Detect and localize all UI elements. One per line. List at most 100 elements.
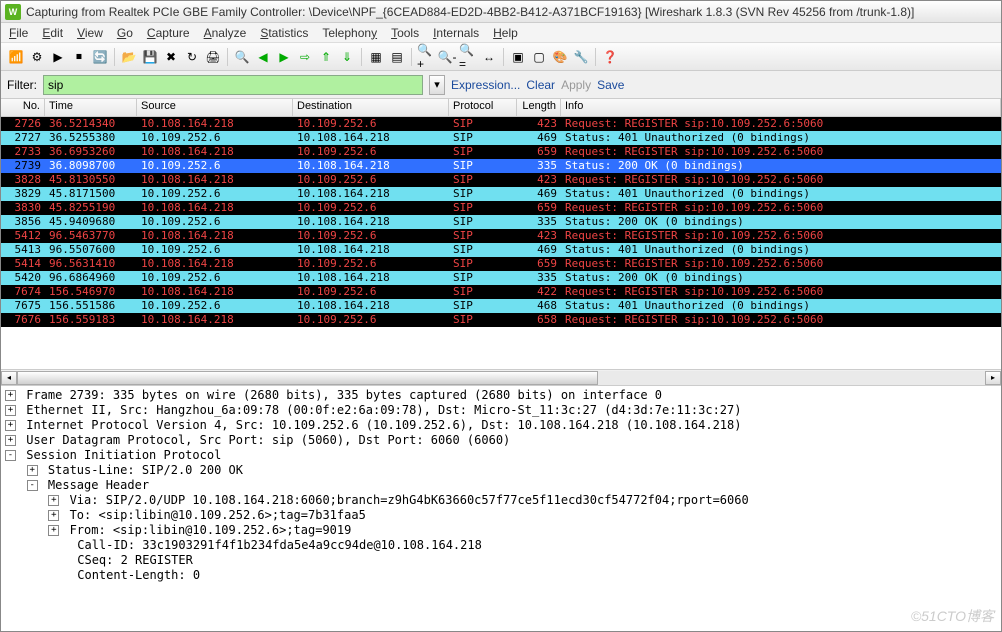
menu-statistics[interactable]: Statistics — [260, 26, 308, 40]
separator — [411, 48, 412, 66]
packet-row[interactable]: 382845.813055010.108.164.21810.109.252.6… — [1, 173, 1001, 187]
col-protocol[interactable]: Protocol — [449, 99, 517, 116]
detail-node[interactable]: + Internet Protocol Version 4, Src: 10.1… — [5, 418, 997, 433]
reload-icon[interactable]: ↻ — [183, 48, 201, 66]
packet-row[interactable]: 541496.563141010.108.164.21810.109.252.6… — [1, 257, 1001, 271]
window-title: Capturing from Realtek PCIe GBE Family C… — [26, 5, 997, 19]
prefs-icon[interactable]: 🔧 — [572, 48, 590, 66]
col-info[interactable]: Info — [561, 99, 1001, 116]
options-icon[interactable]: ⚙ — [28, 48, 46, 66]
menu-internals[interactable]: Internals — [433, 26, 479, 40]
packet-row[interactable]: 7676156.55918310.108.164.21810.109.252.6… — [1, 313, 1001, 327]
menu-view[interactable]: View — [77, 26, 103, 40]
expand-icon[interactable]: + — [5, 390, 16, 401]
clear-link[interactable]: Clear — [526, 78, 555, 92]
zoom-out-icon[interactable]: 🔍- — [438, 48, 456, 66]
help-icon[interactable]: ❓ — [601, 48, 619, 66]
expand-icon[interactable]: - — [27, 480, 38, 491]
coloring-rules-icon[interactable]: 🎨 — [551, 48, 569, 66]
toolbar: 📶 ⚙ ▶ ⏹ 🔄 📂 💾 ✖ ↻ 🖨 🔍 ◀ ▶ ⇨ ⇑ ⇓ ▦ ▤ 🔍+ 🔍… — [1, 43, 1001, 71]
print-icon[interactable]: 🖨 — [204, 48, 222, 66]
menu-tools[interactable]: Tools — [391, 26, 419, 40]
detail-node[interactable]: + Via: SIP/2.0/UDP 10.108.164.218:6060;b… — [5, 493, 997, 508]
detail-node[interactable]: Content-Length: 0 — [5, 568, 997, 583]
col-source[interactable]: Source — [137, 99, 293, 116]
detail-node[interactable]: + From: <sip:libin@10.109.252.6>;tag=901… — [5, 523, 997, 538]
detail-node[interactable]: - Message Header — [5, 478, 997, 493]
menu-go[interactable]: Go — [117, 26, 133, 40]
packet-row[interactable]: 383045.825519010.108.164.21810.109.252.6… — [1, 201, 1001, 215]
col-no[interactable]: No. — [1, 99, 45, 116]
prev-icon[interactable]: ◀ — [254, 48, 272, 66]
packet-details[interactable]: + Frame 2739: 335 bytes on wire (2680 bi… — [1, 385, 1001, 631]
packet-row[interactable]: 273936.809870010.109.252.610.108.164.218… — [1, 159, 1001, 173]
menu-help[interactable]: Help — [493, 26, 518, 40]
horizontal-scrollbar[interactable]: ◂ ▸ — [1, 369, 1001, 385]
detail-node[interactable]: + To: <sip:libin@10.109.252.6>;tag=7b31f… — [5, 508, 997, 523]
col-destination[interactable]: Destination — [293, 99, 449, 116]
goto-icon[interactable]: ⇨ — [296, 48, 314, 66]
resize-cols-icon[interactable]: ↔ — [480, 48, 498, 66]
expand-icon[interactable]: + — [48, 510, 59, 521]
close-icon[interactable]: ✖ — [162, 48, 180, 66]
menu-file[interactable]: File — [9, 26, 28, 40]
menu-telephony[interactable]: Telephony — [322, 26, 377, 40]
detail-node[interactable]: - Session Initiation Protocol — [5, 448, 997, 463]
autoscroll-icon[interactable]: ▤ — [388, 48, 406, 66]
expand-icon[interactable]: + — [5, 435, 16, 446]
packet-row[interactable]: 385645.940968010.109.252.610.108.164.218… — [1, 215, 1001, 229]
expand-icon[interactable]: + — [5, 420, 16, 431]
col-length[interactable]: Length — [517, 99, 561, 116]
stop-icon[interactable]: ⏹ — [70, 48, 88, 66]
packet-row[interactable]: 542096.686496010.109.252.610.108.164.218… — [1, 271, 1001, 285]
detail-node[interactable]: + Ethernet II, Src: Hangzhou_6a:09:78 (0… — [5, 403, 997, 418]
save-link[interactable]: Save — [597, 78, 624, 92]
detail-node[interactable]: + User Datagram Protocol, Src Port: sip … — [5, 433, 997, 448]
start-icon[interactable]: ▶ — [49, 48, 67, 66]
scroll-right-icon[interactable]: ▸ — [985, 371, 1001, 385]
scroll-left-icon[interactable]: ◂ — [1, 371, 17, 385]
apply-link[interactable]: Apply — [561, 78, 591, 92]
expression-link[interactable]: Expression... — [451, 78, 520, 92]
detail-node[interactable]: CSeq: 2 REGISTER — [5, 553, 997, 568]
menu-capture[interactable]: Capture — [147, 26, 190, 40]
open-icon[interactable]: 📂 — [120, 48, 138, 66]
expand-icon[interactable]: + — [27, 465, 38, 476]
detail-node[interactable]: + Status-Line: SIP/2.0 200 OK — [5, 463, 997, 478]
menu-analyze[interactable]: Analyze — [204, 26, 247, 40]
next-icon[interactable]: ▶ — [275, 48, 293, 66]
expand-icon[interactable]: + — [48, 525, 59, 536]
separator — [227, 48, 228, 66]
packet-row[interactable]: 7675156.55158610.109.252.610.108.164.218… — [1, 299, 1001, 313]
packet-row[interactable]: 273336.695326010.108.164.21810.109.252.6… — [1, 145, 1001, 159]
packet-row[interactable]: 272636.521434010.108.164.21810.109.252.6… — [1, 117, 1001, 131]
packet-row[interactable]: 382945.817150010.109.252.610.108.164.218… — [1, 187, 1001, 201]
packet-row[interactable]: 541396.550760010.109.252.610.108.164.218… — [1, 243, 1001, 257]
expand-icon[interactable]: - — [5, 450, 16, 461]
packet-rows[interactable]: 272636.521434010.108.164.21810.109.252.6… — [1, 117, 1001, 369]
first-icon[interactable]: ⇑ — [317, 48, 335, 66]
display-filters-icon[interactable]: ▢ — [530, 48, 548, 66]
scroll-thumb[interactable] — [17, 371, 598, 385]
filter-input[interactable] — [43, 75, 423, 95]
colorize-icon[interactable]: ▦ — [367, 48, 385, 66]
interfaces-icon[interactable]: 📶 — [7, 48, 25, 66]
detail-node[interactable]: Call-ID: 33c1903291f4f1b234fda5e4a9cc94d… — [5, 538, 997, 553]
filter-dropdown-icon[interactable]: ▾ — [429, 75, 445, 95]
col-time[interactable]: Time — [45, 99, 137, 116]
last-icon[interactable]: ⇓ — [338, 48, 356, 66]
save-icon[interactable]: 💾 — [141, 48, 159, 66]
packet-row[interactable]: 272736.525538010.109.252.610.108.164.218… — [1, 131, 1001, 145]
restart-icon[interactable]: 🔄 — [91, 48, 109, 66]
packet-row[interactable]: 7674156.54697010.108.164.21810.109.252.6… — [1, 285, 1001, 299]
packet-row[interactable]: 541296.546377010.108.164.21810.109.252.6… — [1, 229, 1001, 243]
capture-filters-icon[interactable]: ▣ — [509, 48, 527, 66]
expand-icon[interactable]: + — [5, 405, 16, 416]
expand-icon[interactable]: + — [48, 495, 59, 506]
menu-edit[interactable]: Edit — [42, 26, 63, 40]
scroll-track[interactable] — [17, 371, 985, 385]
zoom-reset-icon[interactable]: 🔍= — [459, 48, 477, 66]
find-icon[interactable]: 🔍 — [233, 48, 251, 66]
zoom-in-icon[interactable]: 🔍+ — [417, 48, 435, 66]
detail-node[interactable]: + Frame 2739: 335 bytes on wire (2680 bi… — [5, 388, 997, 403]
